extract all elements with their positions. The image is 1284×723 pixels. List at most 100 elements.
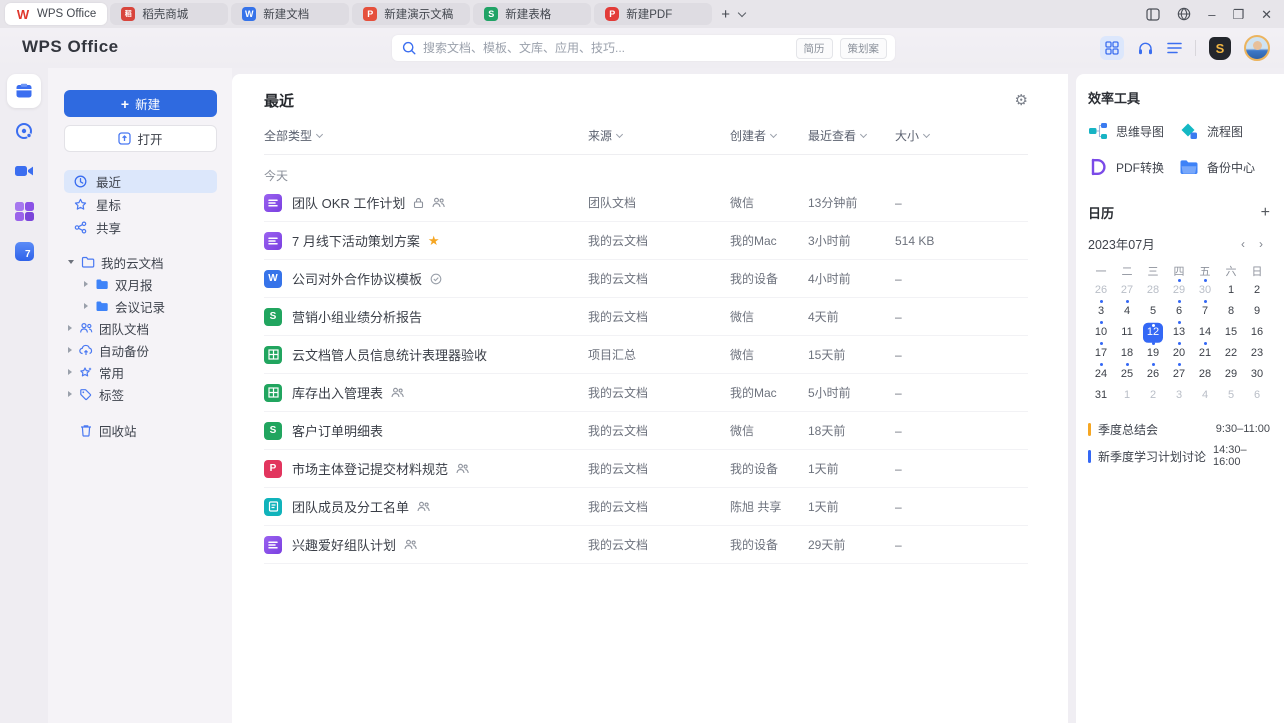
calendar-day[interactable]: 13 [1166,321,1192,342]
calendar-day[interactable]: 15 [1218,321,1244,342]
new-button[interactable]: + 新建 [64,90,217,117]
calendar-day[interactable]: 11 [1114,321,1140,342]
doc-row[interactable]: S 客户订单明细表 我的云文档 微信 18天前 – [264,412,1028,450]
calendar-day[interactable]: 21 [1192,342,1218,363]
tool-mindmap[interactable]: 思维导图 [1088,121,1179,141]
sidebar-item-shared[interactable]: 共享 [64,216,217,239]
calendar-day[interactable]: 19 [1140,342,1166,363]
search-input[interactable] [423,41,789,55]
globe-icon[interactable] [1177,7,1191,21]
calendar-day[interactable]: 10 [1088,321,1114,342]
filter-all-types[interactable]: 全部类型 [264,127,588,144]
calendar-day[interactable]: 6 [1166,300,1192,321]
doc-row[interactable]: W 公司对外合作协议模板 我的云文档 我的设备 4小时前 – [264,260,1028,298]
calendar-day[interactable]: 1 [1218,279,1244,300]
apps-grid-button[interactable] [1100,36,1124,60]
maximize-button[interactable]: ❐ [1232,8,1244,21]
close-button[interactable]: ✕ [1261,8,1272,21]
tab-docer-store[interactable]: 稻 稻壳商城 [110,3,229,25]
calendar-day[interactable]: 16 [1244,321,1270,342]
tree-item-my-cloud-docs[interactable]: 我的云文档 [64,251,217,273]
calendar-day[interactable]: 17 [1088,342,1114,363]
doc-row[interactable]: 云文档管人员信息统计表理器验收 项目汇总 微信 15天前 – [264,336,1028,374]
minimize-button[interactable]: – [1208,8,1215,21]
tab-list-chevron-icon[interactable] [737,8,747,17]
tree-item-frequent[interactable]: 常用 [64,361,217,383]
calendar-day[interactable]: 25 [1114,363,1140,384]
calendar-day[interactable]: 29 [1166,279,1192,300]
avatar[interactable] [1244,35,1270,61]
collapse-arrow-icon[interactable] [84,281,88,287]
calendar-day[interactable]: 7 [1192,300,1218,321]
calendar-day[interactable]: 26 [1088,279,1114,300]
rail-calendar-button[interactable]: 7 [7,234,41,268]
calendar-day[interactable]: 14 [1192,321,1218,342]
calendar-day[interactable]: 27 [1114,279,1140,300]
calendar-day[interactable]: 30 [1244,363,1270,384]
calendar-day[interactable]: 9 [1244,300,1270,321]
calendar-day[interactable]: 8 [1218,300,1244,321]
side-panel-icon[interactable] [1146,7,1160,21]
calendar-event[interactable]: 季度总结会 9:30–11:00 [1088,419,1270,439]
calendar-day[interactable]: 3 [1166,384,1192,405]
calendar-event[interactable]: 新季度学习计划讨论 14:30–16:00 [1088,444,1270,468]
collapse-arrow-icon[interactable] [68,391,72,397]
tab-home[interactable]: W WPS Office [5,3,108,25]
collapse-arrow-icon[interactable] [84,303,88,309]
headset-support-icon[interactable] [1137,40,1154,56]
expand-arrow-icon[interactable] [68,260,74,264]
calendar-day[interactable]: 27 [1166,363,1192,384]
tree-item-trash[interactable]: 回收站 [64,419,217,441]
tab-new-sheet[interactable]: S 新建表格 [473,3,592,25]
search-bar[interactable]: 简历 策划案 [392,35,895,61]
tree-item-bimonthly-report[interactable]: 双月报 [64,273,217,295]
calendar-day[interactable]: 5 [1218,384,1244,405]
sidebar-item-starred[interactable]: 星标 [64,193,217,216]
calendar-day[interactable]: 24 [1088,363,1114,384]
collapse-arrow-icon[interactable] [68,369,72,375]
calendar-day[interactable]: 23 [1244,342,1270,363]
calendar-day[interactable]: 31 [1088,384,1114,405]
doc-row[interactable]: 7 月线下活动策划方案 ★ 我的云文档 我的Mac 3小时前 514 KB [264,222,1028,260]
calendar-day[interactable]: 29 [1218,363,1244,384]
tool-pdf-convert[interactable]: PDF转换 [1088,157,1179,177]
calendar-day[interactable]: 28 [1140,279,1166,300]
calendar-day[interactable]: 6 [1244,384,1270,405]
tree-item-meeting-notes[interactable]: 会议记录 [64,295,217,317]
tool-flowchart[interactable]: 流程图 [1179,121,1270,141]
calendar-day[interactable]: 5 [1140,300,1166,321]
prev-month-icon[interactable]: ‹ [1234,237,1252,251]
new-tab-button[interactable]: + [721,7,730,22]
filter-source[interactable]: 来源 [588,127,730,144]
menu-icon[interactable] [1167,42,1182,54]
open-button[interactable]: 打开 [64,125,217,152]
doc-row[interactable]: 团队成员及分工名单 我的云文档 陈旭 共享 1天前 – [264,488,1028,526]
doc-row[interactable]: 兴趣爱好组队计划 我的云文档 我的设备 29天前 – [264,526,1028,564]
calendar-day[interactable]: 28 [1192,363,1218,384]
calendar-day[interactable]: 4 [1192,384,1218,405]
search-tag-plan[interactable]: 策划案 [839,37,887,59]
rail-apps-button[interactable] [7,194,41,228]
filter-recently-viewed[interactable]: 最近查看 [808,127,895,144]
calendar-day[interactable]: 3 [1088,300,1114,321]
tab-new-presentation[interactable]: P 新建演示文稿 [352,3,471,25]
rail-meeting-button[interactable] [7,154,41,188]
calendar-day[interactable]: 20 [1166,342,1192,363]
doc-row[interactable]: 团队 OKR 工作计划 团队文档 微信 13分钟前 – [264,184,1028,222]
tab-new-pdf[interactable]: P 新建PDF [594,3,713,25]
collapse-arrow-icon[interactable] [68,325,72,331]
doc-row[interactable]: S 营销小组业绩分析报告 我的云文档 微信 4天前 – [264,298,1028,336]
sidebar-item-recent[interactable]: 最近 [64,170,217,193]
membership-shield-icon[interactable]: S [1209,36,1231,60]
add-event-button[interactable]: + [1261,204,1270,221]
tree-item-auto-backup[interactable]: 自动备份 [64,339,217,361]
calendar-day[interactable]: 18 [1114,342,1140,363]
search-tag-resume[interactable]: 简历 [795,37,833,59]
doc-row[interactable]: 库存出入管理表 我的云文档 我的Mac 5小时前 – [264,374,1028,412]
doc-row[interactable]: P 市场主体登记提交材料规范 我的云文档 我的设备 1天前 – [264,450,1028,488]
calendar-day[interactable]: 22 [1218,342,1244,363]
calendar-day[interactable]: 30 [1192,279,1218,300]
calendar-day[interactable]: 2 [1244,279,1270,300]
rail-documents-button[interactable] [7,74,41,108]
calendar-day[interactable]: 4 [1114,300,1140,321]
